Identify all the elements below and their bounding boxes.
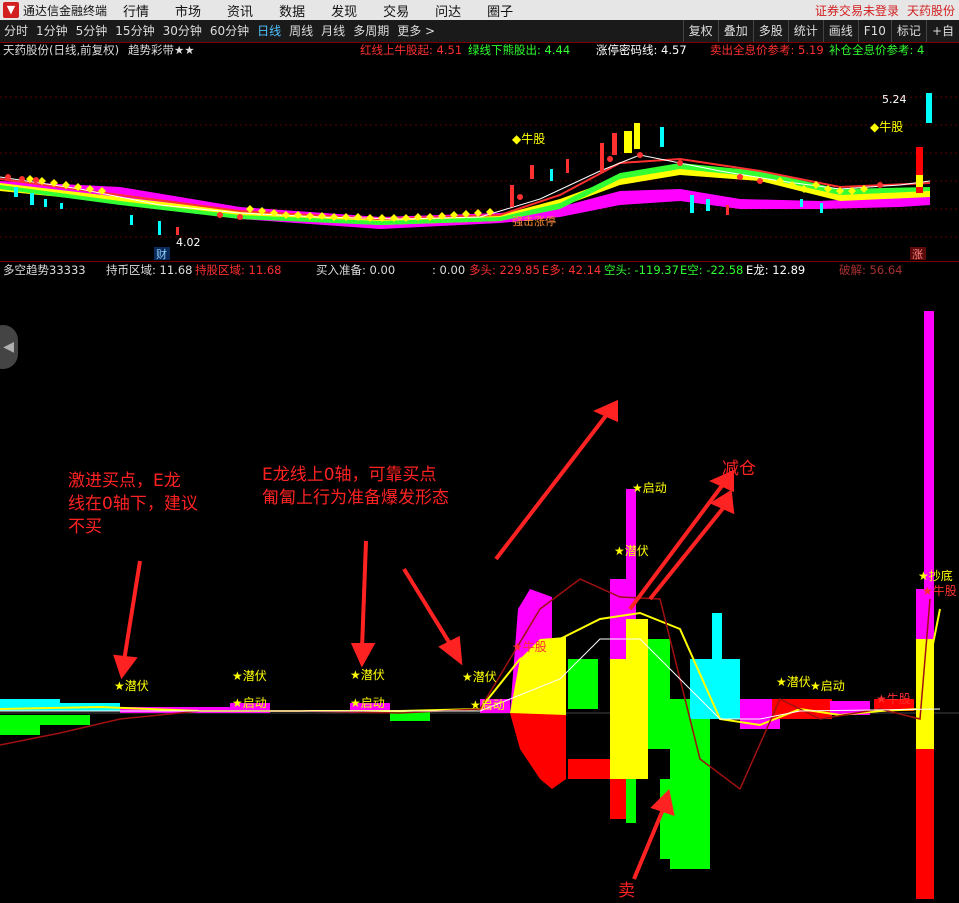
annotation-aggressive-buy: 激进买点，E龙 线在0轴下，建议 不买 — [68, 471, 198, 537]
break-value: 破解: 56.64 — [839, 263, 903, 277]
niugu-label-burst: ★牛股 — [512, 639, 547, 654]
sell-ref-value: 卖出全息价参考: 5.19 — [710, 43, 824, 57]
period-1min[interactable]: 1分钟 — [32, 20, 72, 42]
annotation-reduce: 减仓 — [722, 459, 756, 479]
niugu-label-mid: ★牛股 — [876, 691, 911, 706]
period-toolbar: 分时 1分钟 5分钟 15分钟 30分钟 60分钟 日线 周线 月线 多周期 更… — [0, 20, 959, 43]
niugu-label: ★牛股 — [922, 583, 957, 598]
draw-line-button[interactable]: 画线 — [822, 20, 858, 42]
annotation-reliable-buy: E龙线上0轴，可靠买点 匍匐上行为准备爆发形态 — [262, 465, 449, 508]
menu-hangqing[interactable]: 行情 — [123, 1, 149, 20]
qidong-label: ★启动 — [632, 481, 667, 495]
limit-up-label: 强击涨停 — [512, 214, 556, 228]
bull-label-1: ◆牛股 — [512, 131, 545, 146]
qidong-label: ★启动 — [350, 696, 385, 710]
buy-ready-value: 买入准备: 0.00 — [316, 263, 396, 277]
hold-coin-value: 持币区域: 11.68 — [106, 263, 193, 277]
custom-button[interactable]: +自 — [925, 20, 959, 42]
period-60min[interactable]: 60分钟 — [206, 20, 253, 42]
period-15min[interactable]: 15分钟 — [111, 20, 158, 42]
indicator-name[interactable]: 趋势彩带★★ — [128, 42, 195, 59]
period-5min[interactable]: 5分钟 — [72, 20, 112, 42]
qianfu-label: ★潜伏 — [350, 668, 385, 682]
add-ref-value: 补仓全息价参考: 4 — [829, 43, 925, 57]
low-price-label: 4.02 — [176, 236, 201, 249]
menu-faxian[interactable]: 发现 — [331, 1, 357, 20]
candles — [14, 93, 932, 235]
collapse-sidebar-icon[interactable]: ◀ — [0, 325, 18, 369]
fuquan-button[interactable]: 复权 — [682, 20, 718, 42]
menu-shuju[interactable]: 数据 — [279, 1, 305, 20]
bull-head-value: 多头: 229.85 — [469, 263, 540, 277]
period-multi[interactable]: 多周期 — [349, 20, 393, 42]
red-line-value: 红线上牛股起: 4.51 — [360, 43, 463, 57]
mark-button[interactable]: 标记 — [890, 20, 926, 42]
overlay-button[interactable]: 叠加 — [717, 20, 753, 42]
bear-head-value: 空头: -119.37 — [604, 263, 679, 277]
qidong-label: ★启动 — [810, 679, 845, 693]
stock-title: 天药股份(日线,前复权) — [3, 43, 120, 57]
current-stock-name: 天药股份 — [906, 3, 955, 18]
high-price-label: 5.24 — [882, 93, 907, 106]
e-bear-value: E空: -22.58 — [680, 263, 744, 277]
menu-wenda[interactable]: 问达 — [435, 1, 461, 20]
lower-indicator-info: 多空趋势33333 持币区域: 11.68 持股区域: 11.68 买入准备: … — [0, 261, 959, 279]
period-fenshi[interactable]: 分时 — [0, 20, 32, 42]
limit-line-value: 涨停密码线: 4.57 — [596, 43, 687, 57]
upper-indicator-info: 天药股份(日线,前复权) 趋势彩带★★ 红线上牛股起: 4.51 绿线下熊股出:… — [0, 42, 959, 59]
period-monthly[interactable]: 月线 — [317, 20, 349, 42]
title-bar: ▼ 通达信金融终端 行情 市场 资讯 数据 发现 交易 问达 圈子 证券交易未登… — [0, 0, 959, 20]
menu-shichang[interactable]: 市场 — [175, 1, 201, 20]
qianfu-label: ★潜伏 — [232, 669, 267, 683]
zhang-badge: 涨 — [912, 248, 923, 261]
app-name: 通达信金融终端 — [23, 3, 108, 18]
hold-stock-value: 持股区域: 11.68 — [195, 263, 282, 277]
e-bull-value: E多: 42.14 — [542, 263, 602, 277]
burst-region — [510, 311, 934, 899]
period-weekly[interactable]: 周线 — [285, 20, 317, 42]
colon-value: : 0.00 — [432, 263, 466, 277]
chaodi-label: ★抄底 — [918, 568, 953, 583]
period-30min[interactable]: 30分钟 — [159, 20, 206, 42]
f10-button[interactable]: F10 — [857, 20, 891, 42]
green-line-value: 绿线下熊股出: 4.44 — [468, 43, 571, 57]
qidong-label: ★启动 — [232, 696, 267, 710]
bull-label-2: ◆牛股 — [870, 119, 903, 134]
qidong-label: ★启动 — [470, 698, 505, 712]
qianfu-label: ★潜伏 — [614, 544, 649, 558]
star-markers — [5, 152, 883, 220]
annotation-sell: 卖 — [618, 881, 635, 901]
ribbon-red — [0, 157, 931, 221]
stats-button[interactable]: 统计 — [787, 20, 823, 42]
period-daily[interactable]: 日线 — [253, 20, 285, 42]
menu-zixun[interactable]: 资讯 — [227, 1, 253, 20]
period-more[interactable]: 更多 > — [393, 20, 439, 42]
lower-indicator-name[interactable]: 多空趋势33333 — [3, 262, 86, 279]
app-logo-icon: ▼ — [3, 2, 19, 18]
menu-quanzi[interactable]: 圈子 — [487, 1, 513, 20]
kline-chart[interactable]: 5.24 4.02 ◆牛股 ◆牛股 强击涨停 财 涨 — [0, 59, 959, 261]
trend-indicator-chart[interactable]: ★潜伏 ★潜伏 ★启动 ★潜伏 ★启动 ★潜伏 ★启动 ★启动 ★潜伏 ★潜伏 … — [0, 279, 959, 901]
menu-jiaoyi[interactable]: 交易 — [383, 1, 409, 20]
qianfu-label: ★潜伏 — [776, 675, 811, 689]
cai-badge: 财 — [156, 247, 167, 261]
login-status[interactable]: 证券交易未登录 — [815, 2, 899, 19]
qianfu-label: ★潜伏 — [462, 670, 497, 684]
qianfu-label: ★潜伏 — [114, 679, 149, 693]
multi-stock-button[interactable]: 多股 — [752, 20, 788, 42]
e-dragon-value: E龙: 12.89 — [746, 263, 806, 277]
